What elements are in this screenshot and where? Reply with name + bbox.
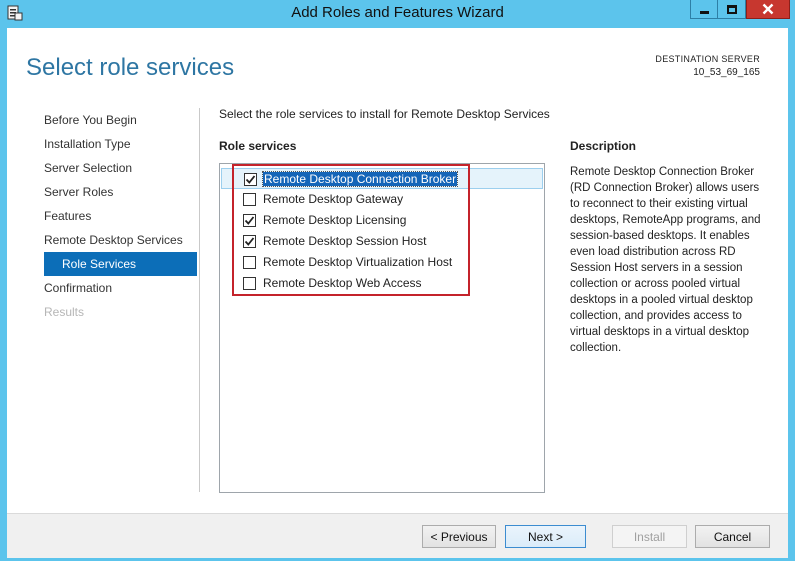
next-button[interactable]: Next > [505, 525, 586, 548]
nav-divider [199, 108, 200, 492]
maximize-icon [726, 4, 737, 14]
role-services-list[interactable]: Remote Desktop Connection Broker Remote … [219, 163, 545, 493]
role-service-label: Remote Desktop Connection Broker [261, 171, 459, 187]
role-service-row[interactable]: Remote Desktop Virtualization Host [221, 252, 543, 273]
window-title: Add Roles and Features Wizard [291, 4, 504, 21]
nav-item-server-selection[interactable]: Server Selection [44, 156, 197, 180]
maximize-button[interactable] [718, 0, 746, 19]
description-text: Remote Desktop Connection Broker (RD Con… [570, 166, 761, 354]
nav-item-role-services[interactable]: Role Services [44, 252, 197, 276]
checkbox[interactable] [243, 277, 256, 290]
wizard-nav: Before You Begin Installation Type Serve… [44, 108, 197, 324]
close-button[interactable] [746, 0, 790, 19]
minimize-button[interactable] [690, 0, 718, 19]
role-service-label: Remote Desktop Session Host [263, 234, 427, 248]
nav-item-confirmation[interactable]: Confirmation [44, 276, 197, 300]
checkbox[interactable] [243, 214, 256, 227]
install-button: Install [612, 525, 687, 548]
checkmark-icon [245, 175, 256, 184]
role-service-row[interactable]: Remote Desktop Web Access [221, 273, 543, 294]
wizard-footer: < Previous Next > Install Cancel [7, 513, 788, 558]
role-service-row[interactable]: Remote Desktop Session Host [221, 231, 543, 252]
nav-item-remote-desktop-services[interactable]: Remote Desktop Services [44, 228, 197, 252]
role-service-row[interactable]: Remote Desktop Connection Broker [221, 168, 543, 189]
instruction-text: Select the role services to install for … [219, 107, 550, 121]
page-title: Select role services [26, 54, 235, 81]
checkbox[interactable] [244, 173, 257, 186]
role-services-heading: Role services [219, 139, 297, 153]
checkbox[interactable] [243, 256, 256, 269]
nav-item-installation-type[interactable]: Installation Type [44, 132, 197, 156]
nav-item-features[interactable]: Features [44, 204, 197, 228]
checkbox[interactable] [243, 235, 256, 248]
nav-item-before-you-begin[interactable]: Before You Begin [44, 108, 197, 132]
destination-server-label: DESTINATION SERVER [655, 54, 760, 64]
previous-button[interactable]: < Previous [422, 525, 496, 548]
role-service-label: Remote Desktop Web Access [263, 276, 422, 290]
role-service-row[interactable]: Remote Desktop Gateway [221, 189, 543, 210]
nav-item-server-roles[interactable]: Server Roles [44, 180, 197, 204]
title-bar: Add Roles and Features Wizard [0, 0, 795, 28]
checkmark-icon [244, 216, 255, 225]
wizard-content: Select role services DESTINATION SERVER … [7, 28, 788, 558]
nav-item-results: Results [44, 305, 85, 319]
checkbox[interactable] [243, 193, 256, 206]
close-icon [762, 3, 774, 15]
role-service-row[interactable]: Remote Desktop Licensing [221, 210, 543, 231]
role-service-label: Remote Desktop Gateway [263, 192, 404, 206]
checkmark-icon [244, 237, 255, 246]
role-service-label: Remote Desktop Licensing [263, 213, 407, 227]
role-service-label: Remote Desktop Virtualization Host [263, 255, 453, 269]
destination-server-value: 10_53_69_165 [693, 67, 760, 78]
description-heading: Description [570, 139, 637, 153]
minimize-icon [699, 10, 709, 14]
cancel-button[interactable]: Cancel [695, 525, 770, 548]
